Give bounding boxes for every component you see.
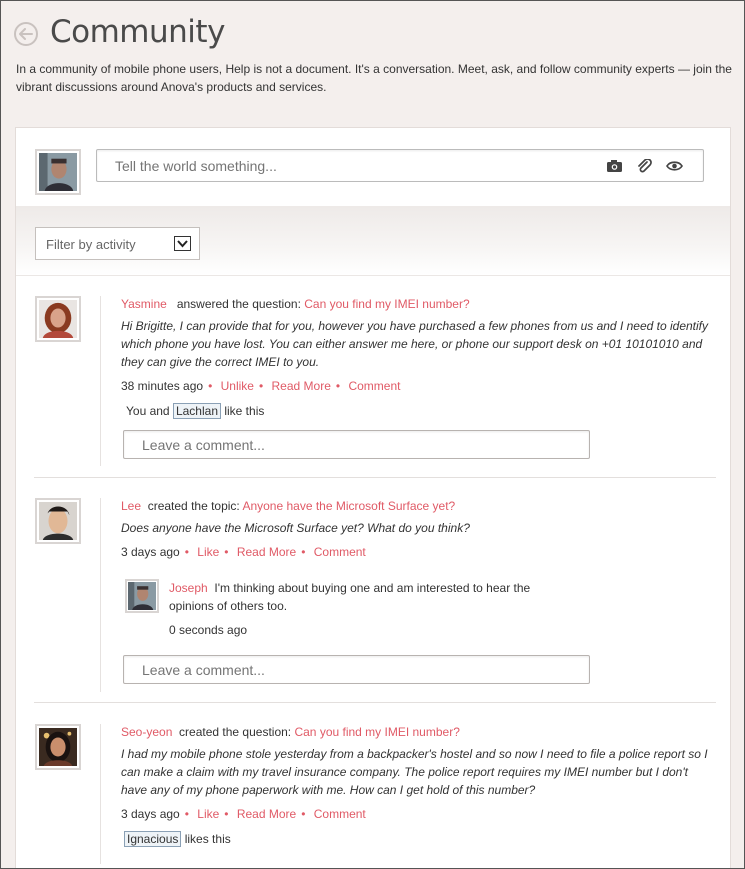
post-text: Hi Brigitte, I can provide that for you,… [121, 319, 709, 369]
comment-input[interactable] [123, 655, 590, 684]
like-link[interactable]: Like [197, 807, 219, 821]
intro-text: In a community of mobile phone users, He… [16, 62, 732, 94]
post-divider [34, 702, 716, 703]
filter-label: Filter by activity [46, 237, 136, 252]
post-action: created the question: [179, 725, 292, 739]
activity-post: Seo-yeon created the question: Can you f… [16, 724, 730, 869]
author-link[interactable]: Seo-yeon [121, 725, 172, 739]
author-avatar[interactable] [35, 296, 81, 342]
composer [16, 128, 730, 206]
likes-suffix: likes this [184, 832, 231, 846]
read-more-link[interactable]: Read More [272, 379, 331, 393]
reply-text: Joseph I'm thinking about buying one and… [169, 579, 549, 615]
likes-summary: You and Lachlan like this [126, 403, 711, 419]
post-text: Does anyone have the Microsoft Surface y… [121, 521, 470, 535]
reply-avatar[interactable] [125, 579, 159, 613]
activity-post: Yasmine answered the question: Can you f… [16, 296, 730, 496]
liker-name[interactable]: Lachlan [172, 403, 221, 419]
thread-line [100, 296, 101, 466]
reply-author-link[interactable]: Joseph [169, 581, 208, 595]
author-avatar[interactable] [35, 498, 81, 544]
filter-bar: Filter by activity [16, 206, 730, 276]
post-body: Yasmine answered the question: Can you f… [121, 296, 711, 419]
post-time: 38 minutes ago [121, 379, 204, 393]
likes-summary: Ignacious likes this [124, 831, 711, 847]
post-body: Seo-yeon created the question: Can you f… [121, 724, 711, 847]
back-arrow-icon[interactable] [14, 22, 38, 46]
activity-post: Lee created the topic: Anyone have the M… [16, 498, 730, 708]
post-action: created the topic: [147, 499, 240, 513]
post-time: 3 days ago [121, 807, 180, 821]
subject-link[interactable]: Can you find my IMEI number? [294, 725, 459, 739]
activity-filter-select[interactable]: Filter by activity [35, 227, 200, 260]
read-more-link[interactable]: Read More [237, 807, 296, 821]
reply-time: 0 seconds ago [169, 623, 248, 637]
read-more-link[interactable]: Read More [237, 545, 296, 559]
author-link[interactable]: Yasmine [121, 297, 167, 311]
composer-icons [606, 158, 683, 173]
comment-link[interactable]: Comment [348, 379, 400, 393]
like-link[interactable]: Like [197, 545, 219, 559]
post-meta: 38 minutes ago • Unlike • Read More • Comme… [121, 379, 401, 393]
post-meta: 3 days ago • Like • Read More • Comment [121, 807, 366, 821]
author-avatar[interactable] [35, 724, 81, 770]
post-time: 3 days ago [121, 545, 180, 559]
likes-prefix: You and [126, 404, 170, 418]
post-divider [34, 477, 716, 478]
author-link[interactable]: Lee [121, 499, 141, 513]
thread-line [100, 498, 101, 692]
current-user-avatar [35, 149, 81, 195]
comment-link[interactable]: Comment [314, 545, 366, 559]
unlike-link[interactable]: Unlike [221, 379, 254, 393]
comment-link[interactable]: Comment [314, 807, 366, 821]
thread-line [100, 724, 101, 864]
post-text: I had my mobile phone stole yesterday fr… [121, 747, 708, 797]
reply-message: I'm thinking about buying one and am int… [169, 581, 531, 613]
post-meta: 3 days ago • Like • Read More • Comment [121, 545, 366, 559]
likes-suffix: like this [224, 404, 265, 418]
comment-input[interactable] [123, 430, 590, 459]
eye-icon[interactable] [666, 159, 683, 173]
post-action: answered the question: [176, 297, 301, 311]
feed-panel: Filter by activity Yasmine answered the … [15, 127, 731, 869]
subject-link[interactable]: Anyone have the Microsoft Surface yet? [242, 499, 455, 513]
chevron-down-icon[interactable] [174, 236, 191, 251]
camera-icon[interactable] [606, 159, 623, 173]
page-title: Community [50, 14, 225, 50]
post-body: Lee created the topic: Anyone have the M… [121, 498, 711, 637]
liker-name[interactable]: Ignacious [124, 831, 182, 847]
subject-link[interactable]: Can you find my IMEI number? [304, 297, 469, 311]
paperclip-icon[interactable] [636, 158, 653, 173]
